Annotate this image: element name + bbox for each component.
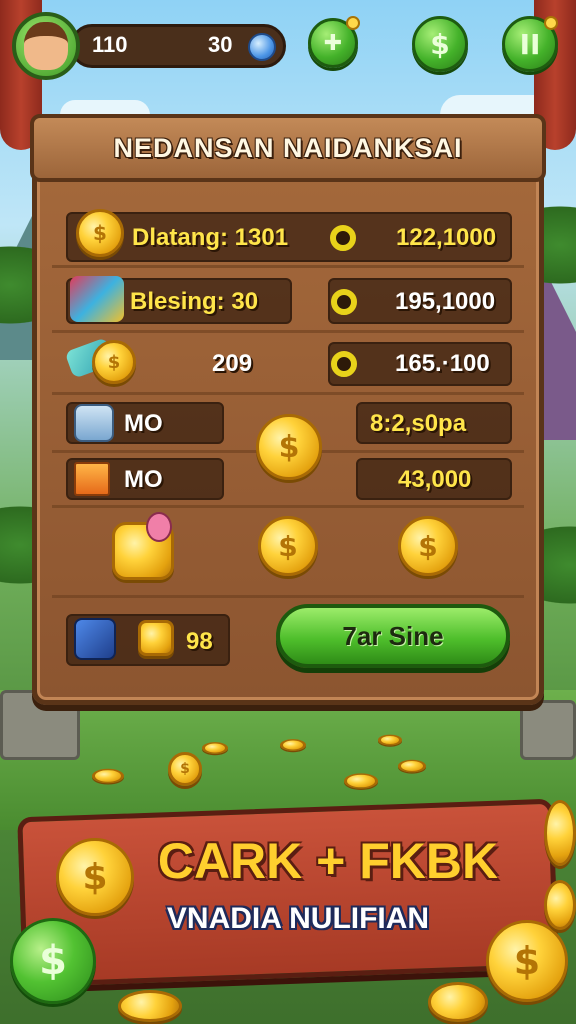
ring-icon [331, 351, 357, 377]
notification-badge [544, 16, 558, 30]
row-value: 195,1000 [395, 288, 496, 315]
crate-icon [74, 462, 110, 496]
plank-divider [52, 505, 524, 508]
ground-coin [92, 768, 124, 784]
row-value: 122,1000 [396, 224, 497, 251]
gift-bundle-icon [70, 276, 124, 322]
ground-coin [398, 759, 426, 773]
row-value: 165.·100 [395, 350, 490, 377]
banner-title: CARK + FKBK [157, 833, 499, 889]
footer-count: 98 [186, 628, 213, 655]
row-value: 8:2,s0pa [370, 410, 467, 437]
stone-block [520, 700, 576, 760]
plank-divider [52, 595, 524, 598]
shop-button[interactable]: $ [412, 16, 468, 72]
dollar-icon: $ [430, 27, 450, 61]
lives-count: 110 [92, 32, 128, 57]
plank-divider [52, 330, 524, 333]
coin-icon [544, 880, 576, 930]
ring-icon [330, 225, 356, 251]
row-value: 43,000 [398, 466, 472, 493]
row-label: 209 [212, 350, 253, 377]
ground-coin [344, 773, 378, 789]
ground-coin [202, 742, 228, 754]
pause-icon: II [519, 27, 541, 61]
board-title-plank: NEDANSAN NAIDANKSAI [30, 114, 546, 182]
action-button-label: 7ar Sine [342, 620, 444, 651]
coin-icon: $ [486, 920, 568, 1002]
green-dollar-coin-icon: $ [10, 918, 96, 1004]
ground-coin [280, 739, 306, 751]
notification-badge [346, 16, 360, 30]
player-avatar[interactable] [12, 12, 80, 80]
shield-card-icon [74, 618, 116, 660]
ring-icon [331, 289, 357, 315]
coin-icon [544, 800, 576, 866]
row-label: Blesing: 30 [130, 288, 259, 315]
coin-stack-icon: $ [76, 209, 124, 257]
banner-subtitle: VNADIA NULIFIAN [166, 902, 430, 935]
coin-icon [118, 990, 182, 1022]
pig-mascot-icon [146, 512, 172, 542]
plank-divider [52, 392, 524, 395]
ground-coin: $ [168, 752, 202, 786]
ground-coin [378, 734, 402, 746]
barrel-icon [74, 404, 114, 442]
coin-stack-icon [138, 620, 174, 656]
plank-divider [52, 265, 524, 268]
row-label: MO [124, 466, 163, 493]
board-title: NEDANSAN NAIDANKSAI [113, 132, 463, 163]
coin-icon: $ [56, 838, 134, 916]
gem-icon[interactable] [248, 33, 276, 61]
coin-icon: $ [258, 516, 318, 576]
gems-count: 30 [208, 32, 233, 57]
action-button[interactable]: 7ar Sine [276, 604, 510, 668]
coin-icon: $ [92, 340, 136, 384]
coin-icon: $ [256, 414, 322, 480]
avatar-face-icon [24, 22, 68, 70]
row-label: Dlatang: 1301 [132, 224, 289, 251]
row-label: MO [124, 410, 163, 437]
coin-icon: $ [398, 516, 458, 576]
plus-icon: ✚ [323, 30, 343, 56]
coin-icon [428, 982, 488, 1022]
